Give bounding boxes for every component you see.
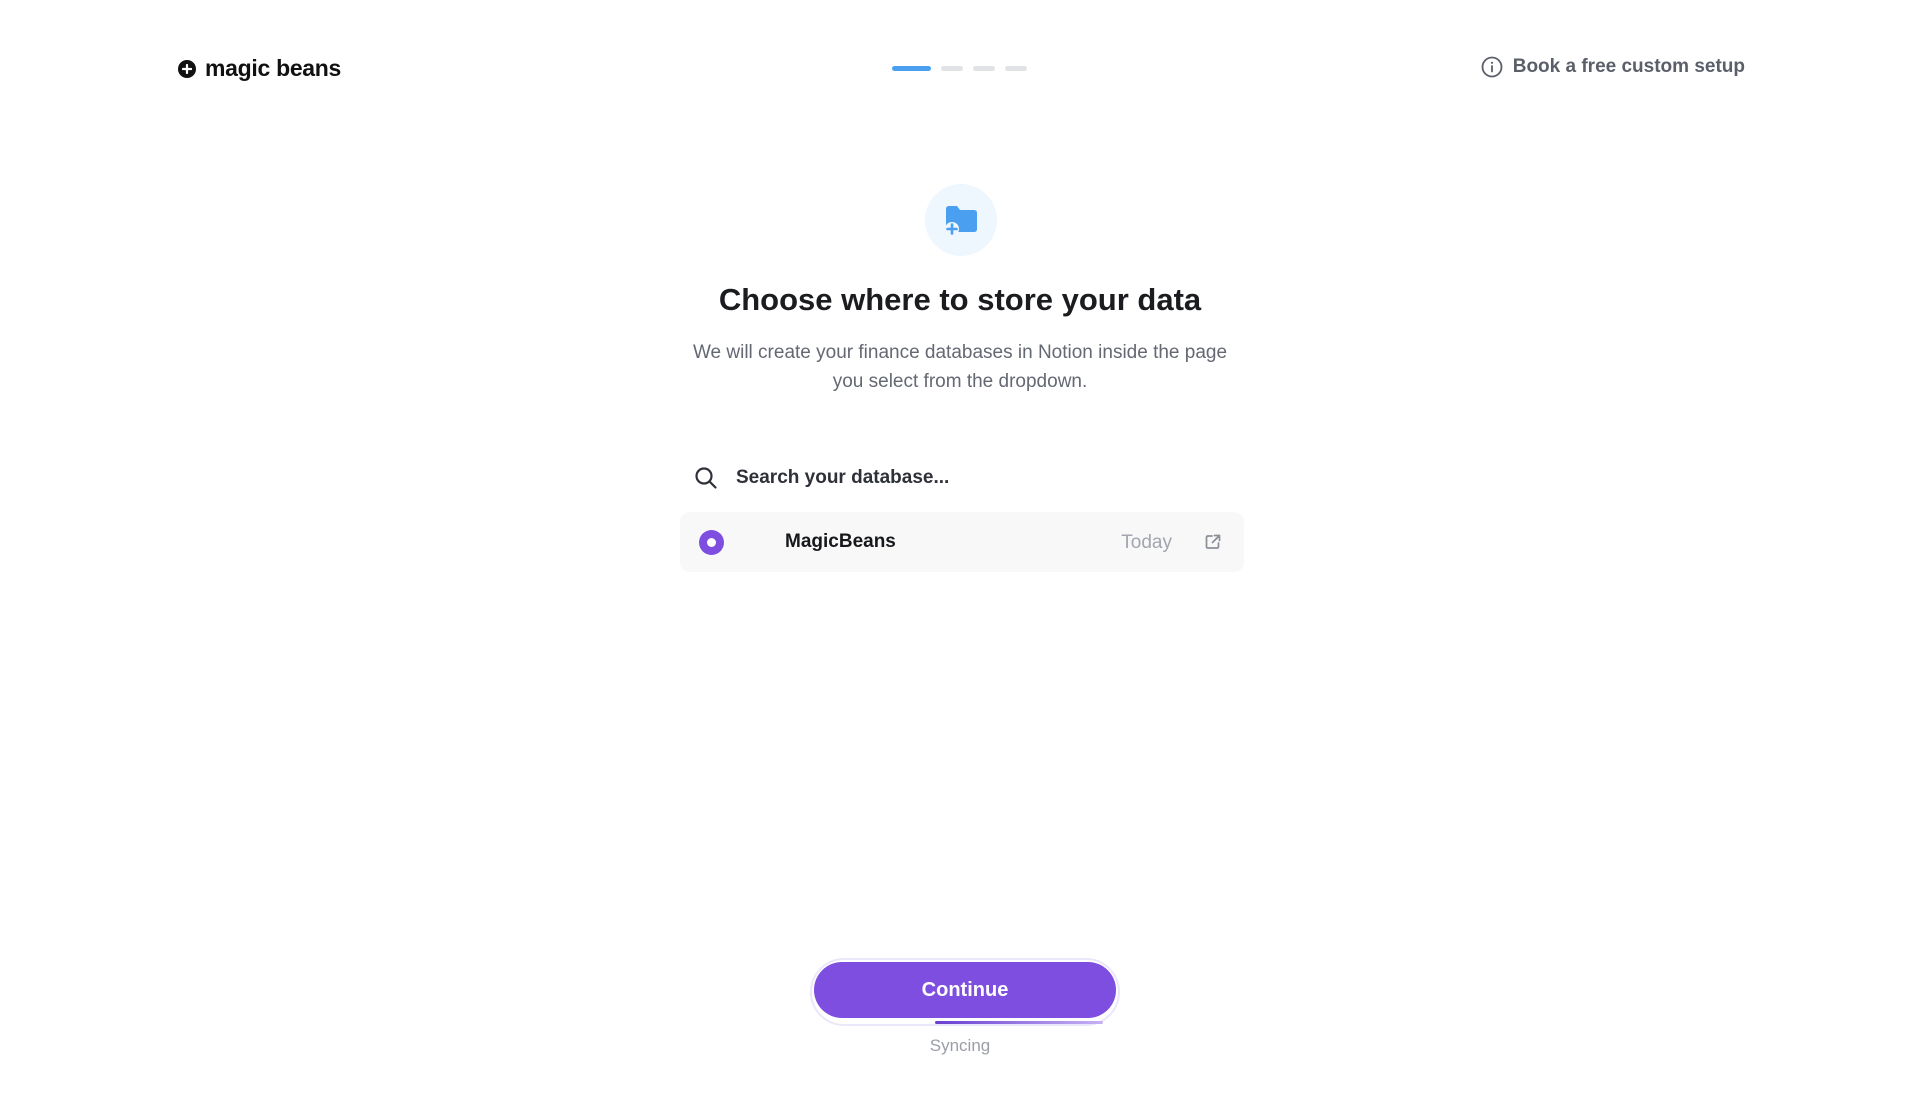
external-link-icon[interactable] <box>1204 533 1222 551</box>
page-title: Choose where to store your data <box>718 282 1202 317</box>
info-icon <box>1481 56 1503 78</box>
step-indicator-2 <box>941 66 963 71</box>
database-list-item[interactable]: MagicBeans Today <box>680 512 1244 572</box>
hero-icon-container <box>925 184 997 256</box>
sync-status: Syncing <box>929 1036 991 1055</box>
logo-mark-icon <box>178 59 196 78</box>
radio-dot <box>707 538 716 547</box>
folder-plus-icon <box>945 206 977 236</box>
continue-button[interactable]: Continue <box>814 962 1116 1018</box>
database-date: Today <box>1121 532 1172 553</box>
logo-text: magic beans <box>205 55 342 81</box>
progress-stepper <box>892 66 1027 71</box>
book-setup-label: Book a free custom setup <box>1512 56 1745 77</box>
continue-button-wrapper: Continue <box>810 958 1120 1026</box>
step-indicator-4 <box>1005 66 1027 71</box>
onboarding-page: magic beans Book a free custom setup Cho… <box>0 0 1920 1103</box>
search-bar <box>694 460 1234 496</box>
search-icon <box>695 467 717 489</box>
page-subtitle: We will create your finance databases in… <box>692 342 1228 392</box>
search-input[interactable] <box>736 467 1206 489</box>
book-setup-link[interactable]: Book a free custom setup <box>1481 56 1745 78</box>
database-name: MagicBeans <box>785 531 896 552</box>
logo[interactable]: magic beans <box>178 55 341 82</box>
step-indicator-3 <box>973 66 995 71</box>
sync-progress-bar <box>935 1021 1103 1024</box>
radio-selected[interactable] <box>699 530 724 555</box>
step-indicator-1 <box>892 66 931 71</box>
